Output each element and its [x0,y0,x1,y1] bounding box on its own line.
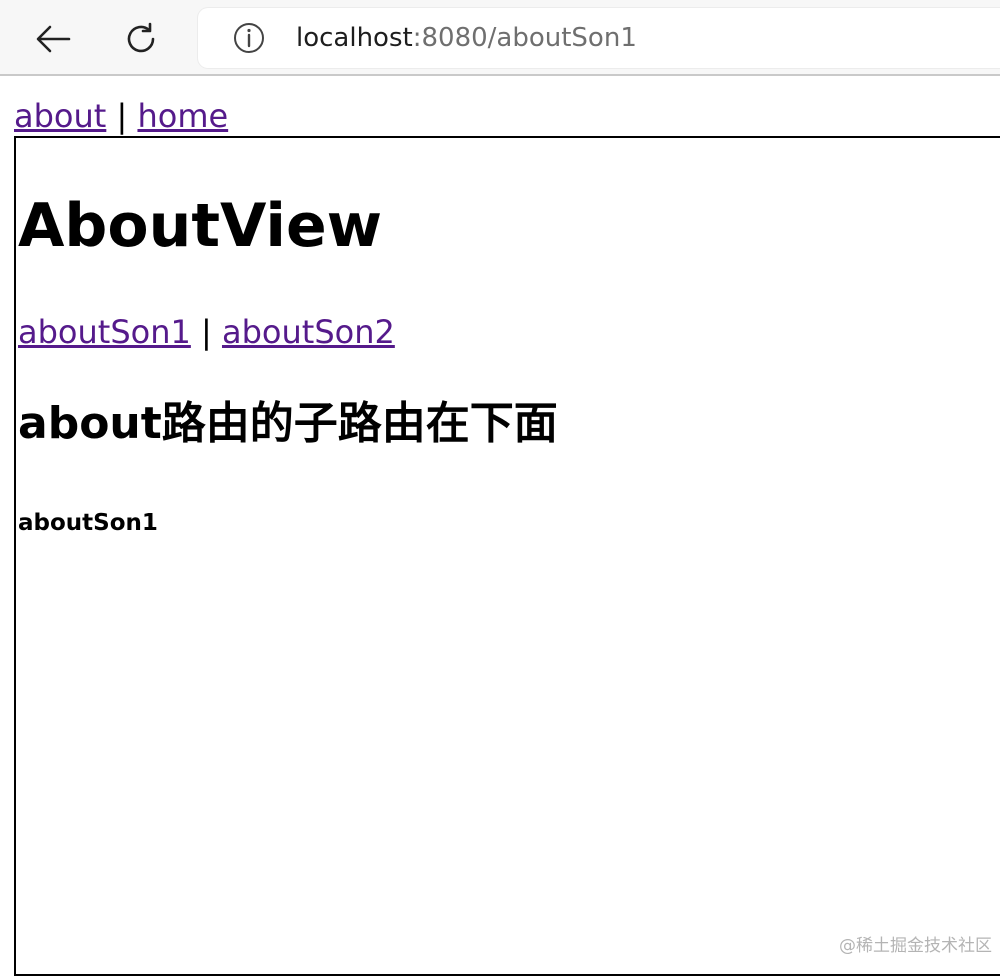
sub-nav: aboutSon1 | aboutSon2 [18,312,395,352]
nav-separator: | [116,97,128,135]
back-button[interactable] [28,14,78,64]
watermark: @稀土掘金技术社区 [839,936,992,956]
about-son1-link[interactable]: aboutSon1 [18,313,191,351]
reload-icon [127,22,155,53]
reload-button[interactable] [116,14,166,64]
child-route-content: aboutSon1 [18,510,158,536]
home-link[interactable]: home [137,97,228,135]
page-title: AboutView [18,191,383,261]
url-host: localhost [296,23,413,53]
about-view-container: AboutView aboutSon1 | aboutSon2 about路由的… [14,136,1000,976]
about-link[interactable]: about [14,97,106,135]
url-path: :8080/aboutSon1 [412,23,637,53]
child-route-heading: about路由的子路由在下面 [18,398,558,449]
url-text[interactable]: localhost:8080/aboutSon1 [296,21,637,55]
sub-nav-separator: | [201,313,212,351]
page-content: about | home AboutView aboutSon1 | about… [0,78,1000,976]
info-circle-icon[interactable] [232,21,266,55]
arrow-left-icon [36,25,71,53]
browser-toolbar: localhost:8080/aboutSon1 [0,0,1000,76]
about-son2-link[interactable]: aboutSon2 [222,313,395,351]
address-bar[interactable]: localhost:8080/aboutSon1 [198,8,1000,68]
top-nav: about | home [14,96,228,136]
